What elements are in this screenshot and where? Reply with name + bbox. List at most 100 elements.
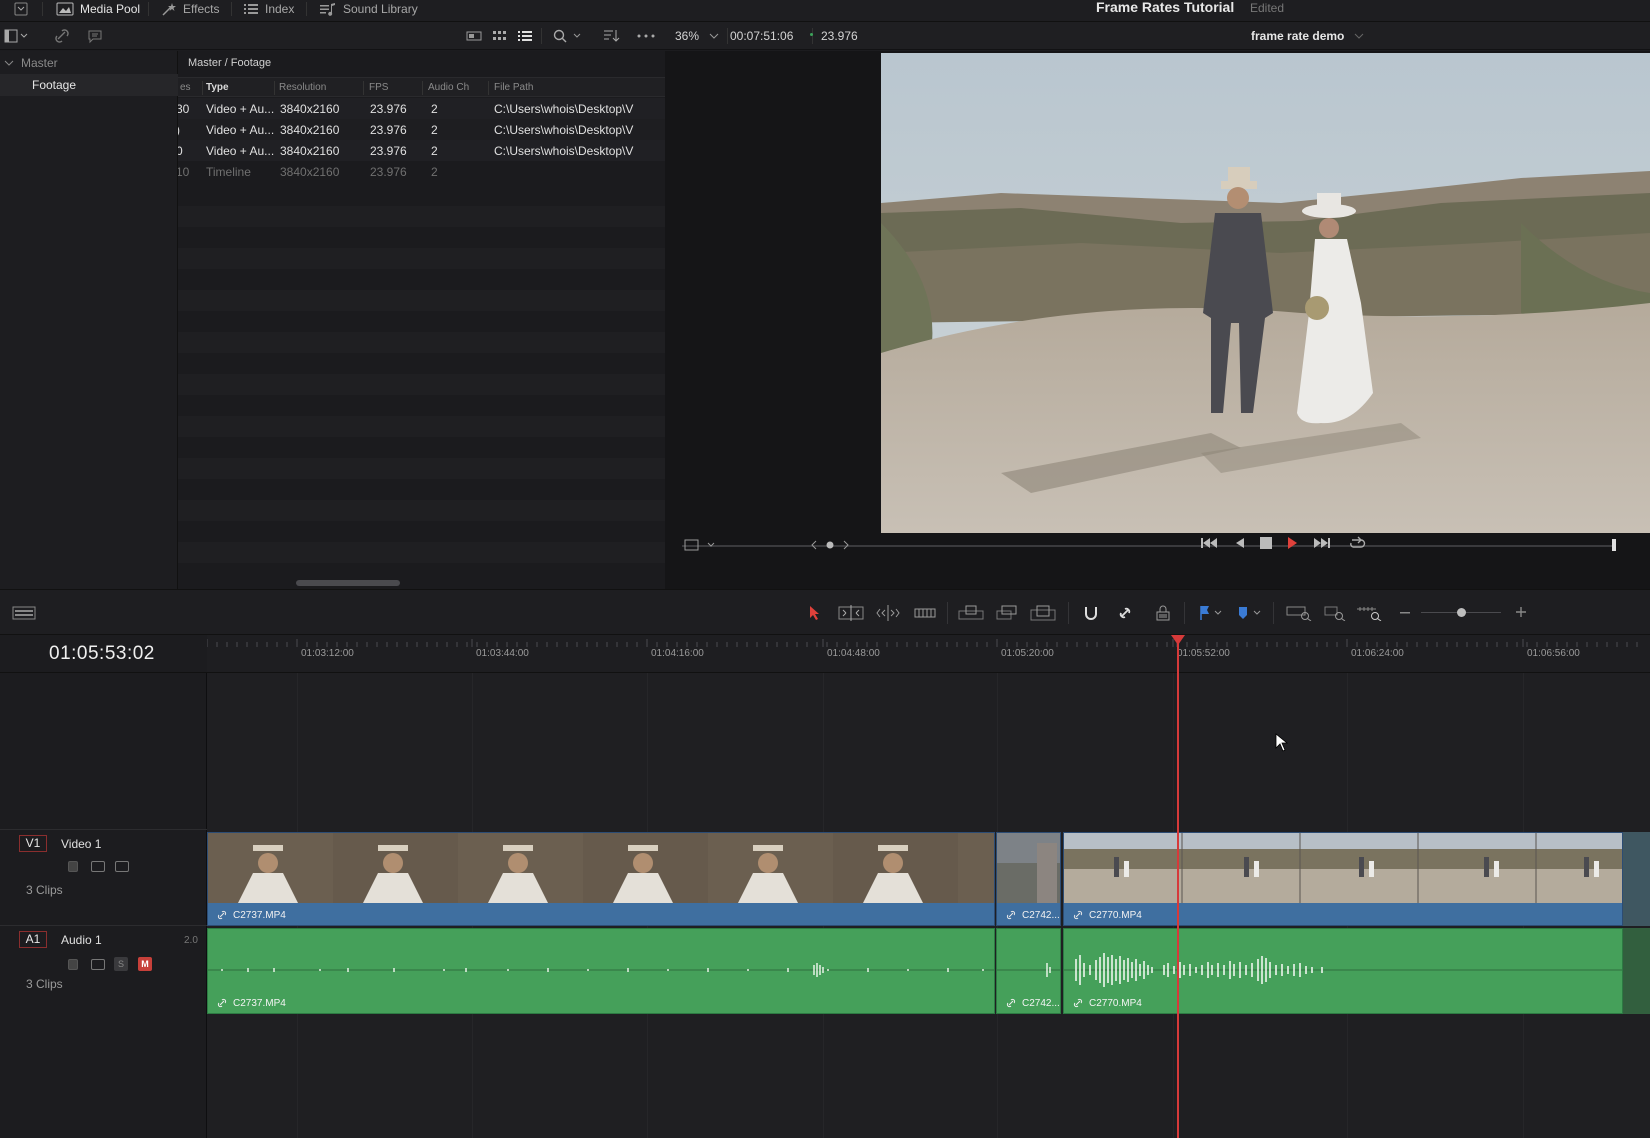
grid-view-icon[interactable] [492,29,508,43]
track-lock-icon[interactable] [68,861,78,872]
insert-clip-icon[interactable] [958,605,984,621]
video-track-clip-count: 3 Clips [26,883,63,897]
audio-clip[interactable]: C2737.MP4 [207,928,995,1014]
snapping-icon[interactable] [1082,605,1100,621]
table-row[interactable]: 10 Timeline 3840x2160 23.976 2 [178,161,665,182]
auto-select-icon[interactable] [91,861,105,872]
timeline-view-options-icon[interactable] [12,605,36,621]
zoom-custom-icon[interactable] [1356,605,1382,621]
link-icon [1006,998,1016,1008]
trim-tool-icon[interactable] [838,605,864,621]
timeline-timecode[interactable]: 01:05:53:02 [49,643,155,665]
video-clip[interactable]: C2737.MP4 [207,832,995,926]
ruler-label: 01:03:44:00 [476,648,529,659]
table-row[interactable]: 0 Video + Au... 3840x2160 23.976 2 C:\Us… [178,140,665,161]
go-to-start-icon[interactable] [1200,536,1218,550]
audio-track-header[interactable]: A1 Audio 1 2.0 S M 3 Clips [0,925,207,1017]
stop-icon[interactable] [1260,537,1272,549]
table-row[interactable]: 30 Video + Au... 3840x2160 23.976 2 C:\U… [178,98,665,119]
column-header-type[interactable]: Type [206,82,229,93]
track-lock-icon[interactable] [68,959,78,970]
cell-type: Timeline [206,165,251,179]
thumbnail-view-icon[interactable] [466,29,482,43]
mute-button[interactable]: M [138,957,152,971]
cell-file-path: C:\Users\whois\Desktop\V [494,144,634,158]
play-reverse-icon[interactable] [1234,536,1246,550]
clip-thumbnails [997,833,1060,903]
column-header-audio-ch[interactable]: Audio Ch [428,82,469,93]
source-duration: 00:07:51:06 [730,29,794,43]
position-lock-icon[interactable] [1155,605,1171,621]
loop-icon[interactable] [1348,535,1366,551]
audio-clip[interactable]: C2770.MP4 [1063,928,1623,1014]
cell-frames: 10 [178,165,190,179]
video-clip[interactable]: C2770.MP4 [1063,832,1623,926]
audio-clip[interactable]: C2742... [996,928,1061,1014]
sound-library-button[interactable]: Sound Library [319,0,418,18]
video-track-header[interactable]: V1 Video 1 3 Clips [0,829,207,925]
zoom-dropdown-icon[interactable] [709,33,719,39]
effects-button[interactable]: Effects [161,0,219,18]
chevron-down-icon[interactable] [4,58,14,68]
audio-track-name[interactable]: Audio 1 [61,933,102,947]
zoom-out-icon[interactable] [1400,612,1410,614]
solo-button[interactable]: S [114,957,128,971]
linked-selection-icon[interactable] [1117,605,1135,621]
horizontal-scrollbar[interactable] [296,580,400,586]
zoom-level[interactable]: 36% [675,29,699,43]
list-view-icon[interactable] [517,29,533,43]
ruler-label: 01:04:16:00 [651,648,704,659]
metadata-icon[interactable] [87,28,103,44]
flag-icon[interactable] [1198,605,1224,621]
audio-waveform [997,963,1060,977]
video-clip[interactable]: C2742... [996,832,1061,926]
viewer-options-icon[interactable] [684,537,724,553]
play-icon[interactable] [1286,536,1298,550]
replace-clip-icon[interactable] [1030,605,1056,621]
bin-list: Master Footage [0,51,178,589]
tracks-area[interactable]: C2737.MP4 C2742... C2770.MP4 C2737.MP4 C… [207,673,1650,1138]
zoom-full-extent-icon[interactable] [1286,605,1312,621]
clip-navigation-icon[interactable] [811,539,849,551]
panel-toggle-icon[interactable] [4,29,30,43]
workspace-dropdown[interactable] [14,0,28,18]
timeline-ruler[interactable]: 01:03:12:00 01:03:44:00 01:04:16:00 01:0… [207,635,1650,673]
column-header-frames[interactable]: es [180,82,191,93]
sort-icon[interactable] [602,28,620,44]
link-media-icon[interactable] [54,28,70,44]
zoom-detail-icon[interactable] [1322,605,1348,621]
viewer-frame[interactable] [881,53,1650,533]
timeline-dropdown-icon[interactable] [1354,33,1364,39]
overwrite-clip-icon[interactable] [996,605,1018,621]
zoom-in-icon[interactable] [1516,607,1526,617]
scrubber-handle[interactable] [1612,539,1616,551]
table-row[interactable]: ) Video + Au... 3840x2160 23.976 2 C:\Us… [178,119,665,140]
dynamic-trim-icon[interactable] [876,605,900,621]
search-icon[interactable] [552,28,584,44]
bin-master[interactable]: Master [0,52,178,74]
auto-select-icon[interactable] [91,959,105,970]
track-badge-v1[interactable]: V1 [19,835,47,852]
fps-indicator-dot [810,33,813,36]
marker-icon[interactable] [1237,605,1263,621]
zoom-slider-handle[interactable] [1457,608,1466,617]
more-options-icon[interactable] [637,34,655,38]
video-track-name[interactable]: Video 1 [61,837,101,851]
timeline-name[interactable]: frame rate demo [1251,29,1344,43]
index-button[interactable]: Index [243,0,294,18]
column-header-fps[interactable]: FPS [369,82,388,93]
go-to-end-icon[interactable] [1313,536,1331,550]
track-badge-a1[interactable]: A1 [19,931,47,948]
blade-tool-icon[interactable] [914,605,936,621]
cell-file-path: C:\Users\whois\Desktop\V [494,102,634,116]
track-visibility-icon[interactable] [115,861,129,872]
cell-frames: ) [178,123,180,137]
column-header-file-path[interactable]: File Path [494,82,533,93]
selection-tool-icon[interactable] [808,605,822,621]
column-header-resolution[interactable]: Resolution [279,82,326,93]
media-pool-toolbar [0,22,665,50]
media-pool-button[interactable]: Media Pool [56,0,140,18]
effects-icon [162,3,176,16]
bin-footage[interactable]: Footage [0,74,178,96]
playhead[interactable] [1177,635,1179,1138]
